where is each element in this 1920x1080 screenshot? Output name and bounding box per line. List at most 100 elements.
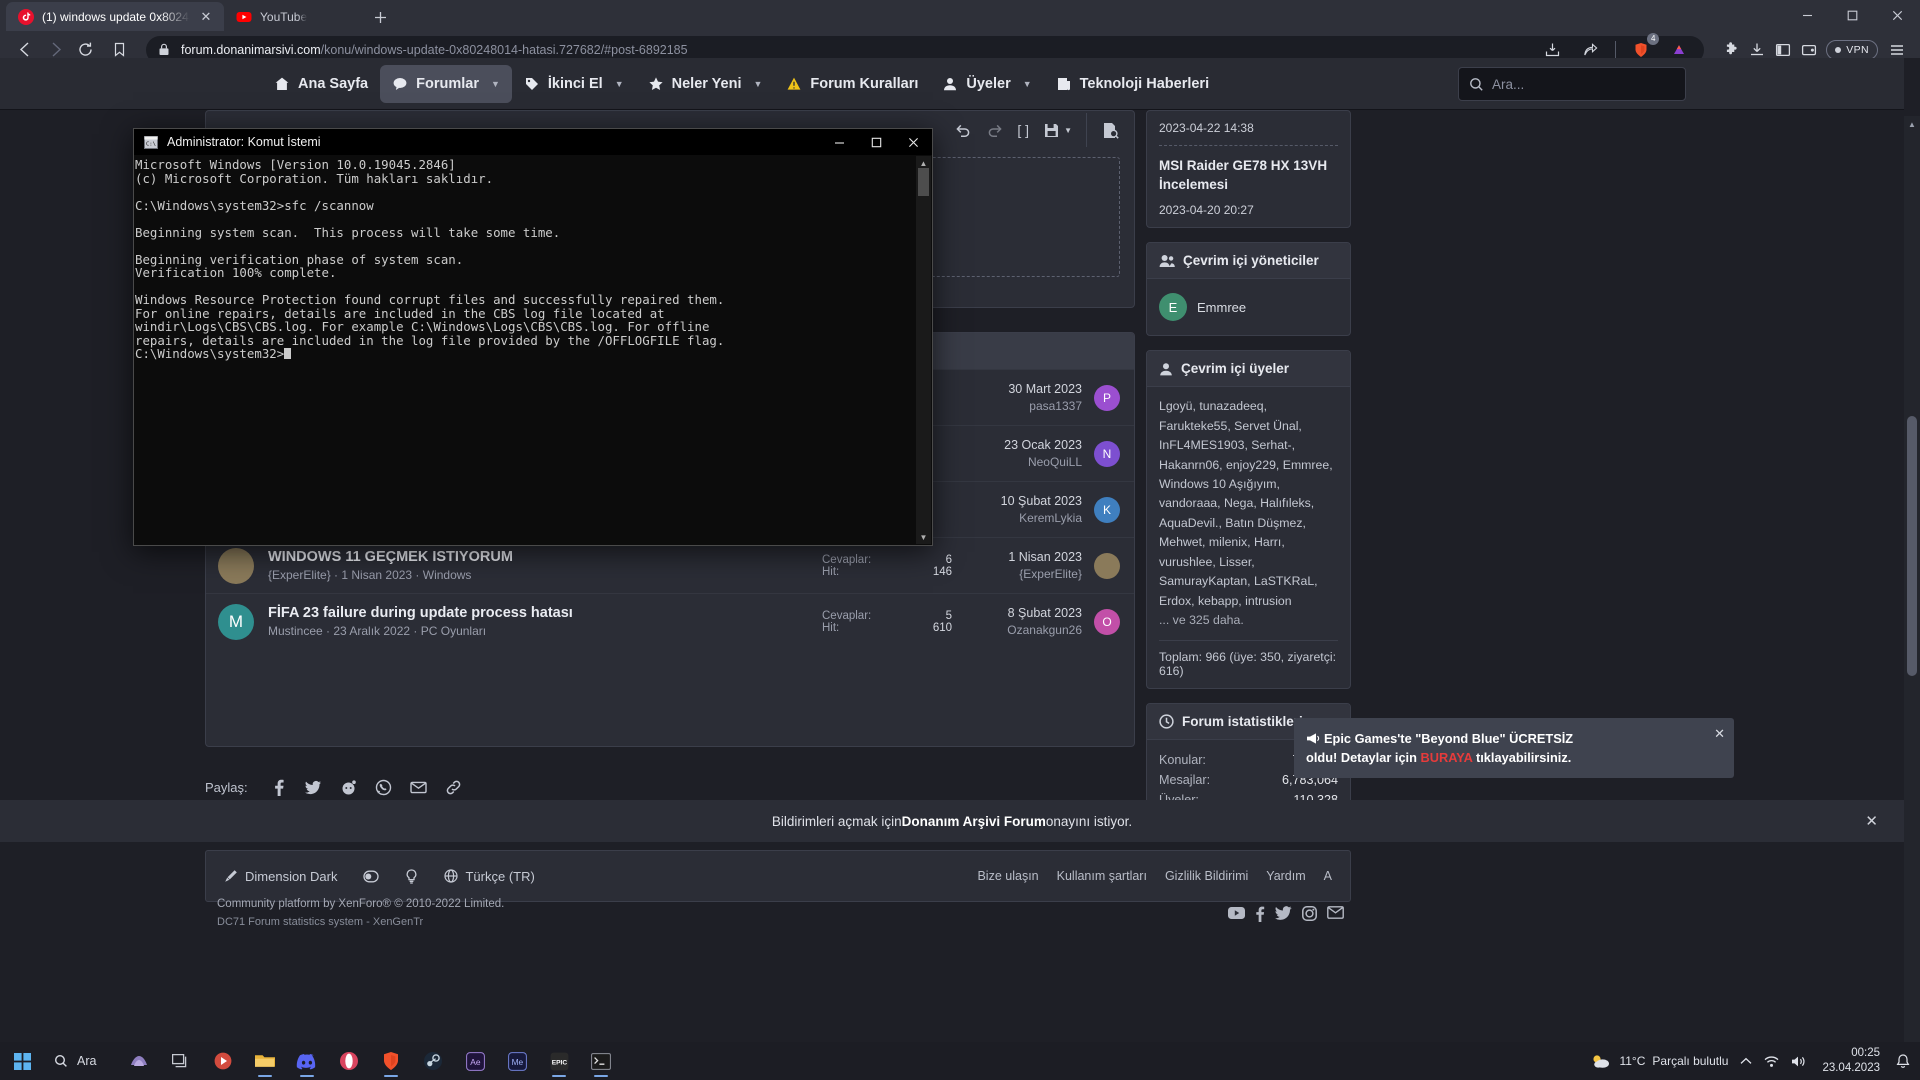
avatar[interactable]: N [1094, 440, 1120, 467]
widgets-icon[interactable] [120, 1044, 158, 1078]
avatar[interactable] [218, 547, 254, 584]
nav-item-forum-kurallari[interactable]: Forum Kuralları [774, 65, 930, 103]
instagram-icon[interactable] [1302, 906, 1317, 922]
undo-icon[interactable] [955, 122, 972, 139]
whatsapp-icon[interactable] [375, 779, 392, 796]
browser-tab-active[interactable]: (1) windows update 0x80248014 h ✕ [6, 2, 224, 31]
search-input[interactable] [1492, 76, 1675, 92]
nav-item-forumlar[interactable]: Forumlar ▼ [380, 64, 512, 103]
weather-widget[interactable]: 11°C Parçalı bulutlu [1590, 1053, 1728, 1069]
thread-title[interactable]: WINDOWS 11 GEÇMEK ISTIYORUM [268, 549, 822, 565]
youtube-icon[interactable] [1228, 906, 1245, 922]
scroll-down-arrow-icon[interactable]: ▼ [916, 530, 931, 544]
chevron-down-icon[interactable]: ▼ [753, 79, 762, 89]
footer-link[interactable]: Gizlilik Bildirimi [1165, 869, 1248, 883]
table-row[interactable]: M FİFA 23 failure during update process … [206, 593, 1134, 649]
epic-games-icon[interactable]: EPIC [540, 1044, 578, 1078]
facebook-icon[interactable] [1255, 906, 1265, 922]
maximize-button[interactable] [1830, 0, 1875, 31]
email-icon[interactable] [1327, 906, 1344, 922]
chevron-down-icon[interactable]: ▼ [1064, 126, 1072, 135]
toast-highlight-link[interactable]: BURAYA [1421, 750, 1473, 765]
nav-item-neler-yeni[interactable]: Neler Yeni ▼ [636, 65, 775, 103]
minimize-button[interactable] [821, 129, 858, 155]
mod-name[interactable]: Emmree [1197, 300, 1246, 315]
windows-start-icon[interactable] [0, 1052, 44, 1070]
volume-icon[interactable] [1791, 1055, 1806, 1068]
footer-link[interactable]: Kullanım şartları [1057, 869, 1147, 883]
nav-item-ana-sayfa[interactable]: Ana Sayfa [262, 65, 380, 103]
redo-icon[interactable] [986, 122, 1003, 139]
facebook-icon[interactable] [270, 779, 287, 796]
cmd-output[interactable]: Microsoft Windows [Version 10.0.19045.28… [134, 155, 932, 545]
nav-item-teknoloji-haberleri[interactable]: Teknoloji Haberleri [1044, 65, 1221, 103]
close-icon[interactable]: ✕ [1714, 724, 1725, 744]
list-item[interactable]: E Emmree [1159, 289, 1338, 325]
avatar[interactable]: P [1094, 384, 1120, 411]
avatar[interactable]: E [1159, 293, 1187, 322]
save-icon[interactable] [1043, 122, 1060, 139]
thread-title[interactable]: FİFA 23 failure during update process ha… [268, 605, 822, 621]
file-explorer-icon[interactable] [246, 1044, 284, 1078]
brave-icon[interactable] [372, 1044, 410, 1078]
close-icon[interactable]: ✕ [1865, 812, 1878, 830]
footer-link[interactable]: A [1324, 869, 1332, 883]
chevron-up-icon[interactable] [1740, 1057, 1752, 1066]
network-icon[interactable] [1764, 1055, 1779, 1068]
chevron-down-icon[interactable]: ▼ [615, 79, 624, 89]
command-prompt-icon[interactable] [582, 1044, 620, 1078]
opera-icon[interactable] [330, 1044, 368, 1078]
close-button[interactable] [1875, 0, 1920, 31]
epic-games-toast[interactable]: Epic Games'te "Beyond Blue" ÜCRETSİZ old… [1294, 718, 1734, 778]
taskbar-clock[interactable]: 00:25 23.04.2023 [1818, 1046, 1884, 1075]
news-title[interactable]: MSI Raider GE78 HX 13VH İncelemesi [1159, 156, 1338, 194]
email-icon[interactable] [409, 779, 427, 796]
reddit-icon[interactable] [340, 779, 357, 796]
scroll-up-arrow-icon[interactable]: ▲ [1904, 116, 1920, 132]
link-icon[interactable] [445, 779, 462, 796]
cmd-scrollbar[interactable]: ▲ ▼ [916, 156, 931, 544]
close-icon[interactable]: ✕ [198, 9, 214, 25]
vpn-toggle[interactable]: VPN [1826, 39, 1878, 60]
chevron-down-icon[interactable]: ▼ [1023, 79, 1032, 89]
nav-item-uyeler[interactable]: Üyeler ▼ [930, 65, 1043, 103]
light-toggle[interactable] [405, 868, 418, 884]
forum-search-box[interactable] [1458, 67, 1686, 101]
avatar[interactable]: O [1094, 608, 1120, 635]
discord-icon[interactable] [288, 1044, 326, 1078]
taskbar-search[interactable]: Ara [44, 1046, 110, 1076]
close-button[interactable] [895, 129, 932, 155]
twitter-icon[interactable] [304, 779, 322, 796]
minimize-button[interactable] [1785, 0, 1830, 31]
media-player-icon[interactable] [204, 1044, 242, 1078]
maximize-button[interactable] [858, 129, 895, 155]
avatar[interactable]: K [1094, 496, 1120, 523]
new-tab-button[interactable] [366, 3, 394, 31]
after-effects-icon[interactable]: Ae [456, 1044, 494, 1078]
contrast-toggle[interactable] [363, 870, 380, 883]
code-icon[interactable]: [ ] [1017, 122, 1029, 138]
thread-user[interactable]: {ExperElite} [970, 567, 1082, 581]
task-view-icon[interactable] [162, 1044, 200, 1078]
thread-user[interactable]: KeremLykia [970, 511, 1082, 525]
preview-icon[interactable] [1101, 121, 1120, 140]
footer-link[interactable]: Bize ulaşın [977, 869, 1038, 883]
avatar[interactable] [1094, 552, 1120, 579]
notification-icon[interactable] [1896, 1053, 1910, 1069]
style-chooser[interactable]: Dimension Dark [224, 869, 337, 884]
scrollbar-thumb[interactable] [918, 168, 929, 196]
steam-icon[interactable] [414, 1044, 452, 1078]
thread-user[interactable]: NeoQuiLL [970, 455, 1082, 469]
scrollbar-thumb[interactable] [1907, 416, 1917, 676]
chevron-down-icon[interactable]: ▼ [491, 79, 500, 89]
page-scrollbar[interactable]: ▲ ▼ [1904, 116, 1920, 1080]
command-prompt-window[interactable]: C:\ Administrator: Komut İstemi Microsof… [133, 128, 933, 546]
nav-item-ikinci-el[interactable]: İkinci El ▼ [512, 65, 636, 103]
media-encoder-icon[interactable]: Me [498, 1044, 536, 1078]
cmd-title-bar[interactable]: C:\ Administrator: Komut İstemi [134, 129, 932, 155]
footer-link[interactable]: Yardım [1266, 869, 1305, 883]
browser-tab-youtube[interactable]: YouTube [224, 2, 364, 31]
twitter-icon[interactable] [1275, 906, 1292, 922]
avatar[interactable]: M [218, 603, 254, 640]
language-chooser[interactable]: Türkçe (TR) [444, 869, 535, 884]
